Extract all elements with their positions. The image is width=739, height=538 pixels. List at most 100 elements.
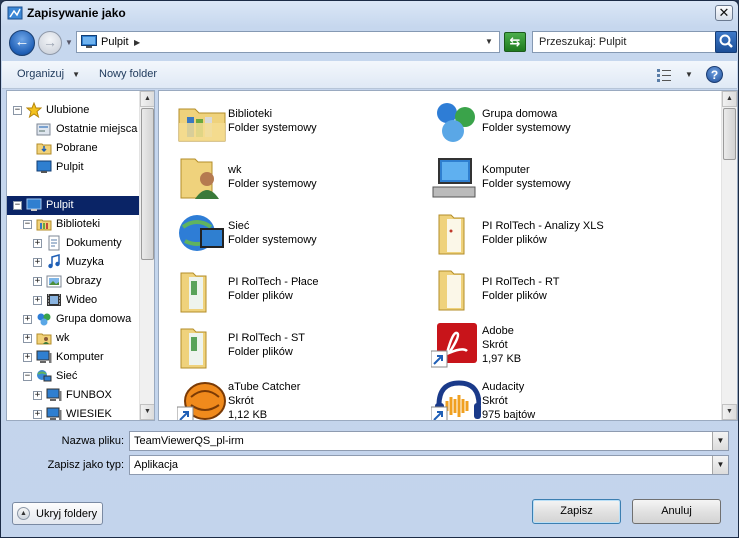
nav-item-recent-places[interactable]: Ostatnie miejsca (7, 120, 140, 139)
scroll-down-button[interactable]: ▼ (722, 404, 737, 420)
file-item[interactable]: wk Folder systemowy (159, 147, 389, 201)
file-type: Folder plików (482, 234, 547, 246)
file-item[interactable]: Biblioteki Folder systemowy (159, 91, 389, 145)
filetype-select[interactable]: Aplikacja ▼ (129, 455, 729, 475)
scroll-down-button[interactable]: ▼ (140, 404, 154, 420)
nav-scrollbar[interactable]: ▲ ▼ (139, 91, 154, 420)
nav-item-desktop-favorite[interactable]: Pulpit (7, 158, 140, 177)
back-button[interactable]: ← (9, 30, 35, 56)
folder-icon (180, 328, 207, 369)
expand-icon[interactable]: + (23, 334, 32, 343)
file-item[interactable]: PI RolTech - Analizy XLS Folder plików (413, 203, 643, 257)
address-dropdown-icon[interactable]: ▼ (485, 37, 493, 46)
nav-item-downloads[interactable]: Pobrane (7, 139, 140, 158)
scroll-thumb[interactable] (723, 108, 736, 160)
search-input[interactable]: Przeszukaj: Pulpit (539, 36, 626, 48)
folder-icon (438, 214, 465, 255)
scroll-up-button[interactable]: ▲ (722, 91, 737, 107)
organize-menu[interactable]: Organizuj ▼ (17, 68, 80, 80)
expand-icon[interactable]: + (33, 239, 42, 248)
expand-icon[interactable]: + (23, 315, 32, 324)
nav-item-label: Biblioteki (56, 218, 101, 230)
nav-item-favorites[interactable]: − Ulubione (7, 101, 140, 120)
help-icon[interactable]: ? (706, 66, 723, 83)
filename-label: Nazwa pliku: (61, 435, 124, 447)
file-type: Folder systemowy (228, 178, 317, 190)
file-name: Biblioteki (228, 108, 273, 120)
nav-item-video[interactable]: + Wideo (7, 291, 140, 310)
network-computer-icon (46, 388, 62, 401)
address-chevron-icon[interactable]: ▶ (134, 38, 140, 47)
nav-item-label: Komputer (56, 351, 104, 363)
save-button[interactable]: Zapisz (532, 499, 621, 524)
nav-item-music[interactable]: + Muzyka (7, 253, 140, 272)
nav-item-label: Dokumenty (66, 237, 122, 249)
hide-folders-button[interactable]: ▲ Ukryj foldery (12, 502, 103, 525)
file-item[interactable]: Audacity Skrót 975 bajtów (413, 371, 643, 420)
search-box[interactable]: Przeszukaj: Pulpit (532, 31, 737, 53)
file-name: PI RolTech - Płace (228, 276, 319, 288)
collapse-icon[interactable]: − (23, 220, 32, 229)
address-bar[interactable]: Pulpit ▶ ▼ (76, 31, 500, 53)
folder-icon (180, 272, 207, 313)
expand-icon[interactable]: + (33, 277, 42, 286)
file-item[interactable]: PI RolTech - RT Folder plików (413, 259, 643, 313)
change-view-icon[interactable] (656, 67, 672, 83)
address-location[interactable]: Pulpit (101, 36, 129, 48)
expand-icon[interactable]: + (33, 296, 42, 305)
file-item[interactable]: Komputer Folder systemowy (413, 147, 643, 201)
filetype-value[interactable]: Aplikacja (134, 459, 178, 471)
collapse-icon[interactable]: − (23, 372, 32, 381)
scroll-thumb[interactable] (141, 108, 154, 260)
expand-icon[interactable]: + (33, 258, 42, 267)
file-name: wk (228, 164, 242, 176)
file-item[interactable]: Grupa domowa Folder systemowy (413, 91, 643, 145)
file-list-scrollbar[interactable]: ▲ ▼ (721, 91, 737, 420)
search-button[interactable] (715, 31, 737, 53)
new-folder-button[interactable]: Nowy folder (99, 68, 157, 80)
filename-value[interactable]: TeamViewerQS_pl-irm (134, 435, 244, 447)
file-item[interactable]: Adobe Skrót 1,97 KB (413, 315, 643, 369)
expand-icon[interactable]: + (33, 391, 42, 400)
expand-icon[interactable]: + (23, 353, 32, 362)
recent-locations-dropdown[interactable]: ▼ (65, 38, 73, 47)
nav-item-desktop[interactable]: − Pulpit (7, 196, 140, 215)
computer-icon (36, 350, 52, 363)
cancel-button[interactable]: Anuluj (632, 499, 721, 524)
nav-item-user[interactable]: + wk (7, 329, 140, 348)
new-folder-label: Nowy folder (99, 68, 158, 80)
nav-item-label: FUNBOX (66, 389, 112, 401)
filetype-dropdown-button[interactable]: ▼ (712, 456, 728, 474)
homegroup-icon (437, 103, 475, 142)
nav-item-libraries[interactable]: − Biblioteki (7, 215, 140, 234)
forward-arrow-icon: → (43, 34, 57, 50)
close-button[interactable]: ✕ (715, 5, 733, 21)
dropdown-arrow-icon: ▼ (72, 70, 80, 79)
filename-dropdown-button[interactable]: ▼ (712, 432, 728, 450)
nav-item-network[interactable]: − Sieć (7, 367, 140, 386)
collapse-icon[interactable]: − (13, 201, 22, 210)
file-type: Folder plików (228, 346, 293, 358)
nav-item-wiesiek[interactable]: + WIESIEK (7, 405, 140, 420)
file-item[interactable]: aTube Catcher Skrót 1,12 KB (159, 371, 389, 421)
file-item[interactable]: PI RolTech - Płace Folder plików (159, 259, 389, 313)
nav-item-pictures[interactable]: + Obrazy (7, 272, 140, 291)
forward-button[interactable]: → (38, 31, 62, 55)
nav-item-funbox[interactable]: + FUNBOX (7, 386, 140, 405)
nav-item-homegroup[interactable]: + Grupa domowa (7, 310, 140, 329)
file-type: Folder plików (228, 290, 293, 302)
view-options-dropdown[interactable]: ▼ (685, 70, 693, 79)
nav-item-label: WIESIEK (66, 408, 112, 420)
scroll-up-button[interactable]: ▲ (140, 91, 154, 107)
expand-icon[interactable]: + (33, 410, 42, 419)
refresh-button[interactable]: ⇆ (504, 32, 526, 52)
file-item[interactable]: Sieć Folder systemowy (159, 203, 389, 257)
title-bar[interactable]: Zapisywanie jako ✕ (1, 1, 738, 25)
folder-icon (438, 270, 465, 311)
file-size: 1,12 KB (228, 409, 268, 421)
nav-item-computer[interactable]: + Komputer (7, 348, 140, 367)
nav-item-documents[interactable]: + Dokumenty (7, 234, 140, 253)
filename-input[interactable]: TeamViewerQS_pl-irm ▼ (129, 431, 729, 451)
collapse-icon[interactable]: − (13, 106, 22, 115)
file-item[interactable]: PI RolTech - ST Folder plików (159, 315, 389, 369)
